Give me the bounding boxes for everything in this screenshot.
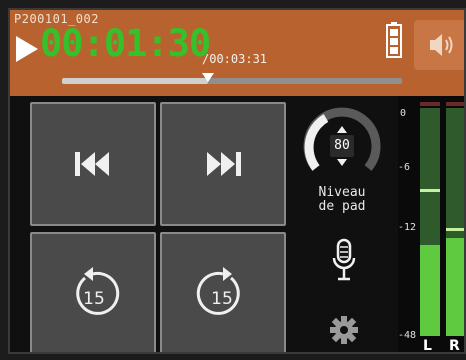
recorder-screen: P200101_002 00:01:30 /00:03:31 15 15 80 … xyxy=(8,8,466,354)
scale-minus12: -12 xyxy=(398,222,417,233)
progress-thumb[interactable] xyxy=(202,73,215,82)
gear-icon[interactable] xyxy=(330,316,358,344)
level-meters: 0 -6 -12 -48 L R xyxy=(398,96,464,354)
right-clip-indicator xyxy=(446,102,464,106)
right-channel-meter xyxy=(446,108,464,336)
right-peak-marker xyxy=(446,228,464,232)
left-channel-label: L xyxy=(423,338,432,354)
microphone-icon[interactable] xyxy=(332,238,356,282)
next-track-icon xyxy=(207,152,241,176)
speaker-icon xyxy=(430,34,453,56)
forward-15-button[interactable]: 15 xyxy=(160,232,286,352)
scale-0: 0 xyxy=(400,108,407,119)
left-channel-meter xyxy=(420,108,440,336)
progress-fill xyxy=(62,78,209,84)
rewind-seconds-label: 15 xyxy=(83,289,105,309)
playback-progress-bar[interactable] xyxy=(62,73,402,84)
forward-seconds-label: 15 xyxy=(211,289,233,309)
forward-15-icon: 15 xyxy=(196,267,240,315)
pad-level-gauge[interactable]: 80 xyxy=(302,106,382,186)
rewind-15-icon: 15 xyxy=(76,267,120,315)
rewind-15-button[interactable]: 15 xyxy=(30,232,156,352)
next-button[interactable] xyxy=(160,102,286,226)
pad-label-line2: de pad xyxy=(318,199,366,214)
speaker-button[interactable] xyxy=(414,20,464,70)
left-level-fill xyxy=(420,244,440,336)
elapsed-time: 00:01:30 xyxy=(40,22,211,65)
pad-label-line1: Niveau xyxy=(318,185,366,200)
battery-icon xyxy=(386,22,402,58)
left-clip-indicator xyxy=(420,102,440,106)
pad-value: 80 xyxy=(334,138,350,153)
play-icon[interactable] xyxy=(14,34,40,64)
total-time: /00:03:31 xyxy=(202,52,268,66)
scale-minus48: -48 xyxy=(398,330,417,341)
pad-level-label: Niveau de pad xyxy=(300,186,384,214)
increase-arrow-icon[interactable] xyxy=(337,126,347,133)
right-channel-label: R xyxy=(449,338,460,354)
previous-button[interactable] xyxy=(30,102,156,226)
decrease-arrow-icon[interactable] xyxy=(337,159,347,166)
right-level-fill xyxy=(446,237,464,336)
scale-minus6: -6 xyxy=(398,162,411,173)
previous-track-icon xyxy=(75,152,109,176)
left-peak-marker xyxy=(420,189,440,193)
playback-header: P200101_002 00:01:30 /00:03:31 xyxy=(10,10,464,96)
